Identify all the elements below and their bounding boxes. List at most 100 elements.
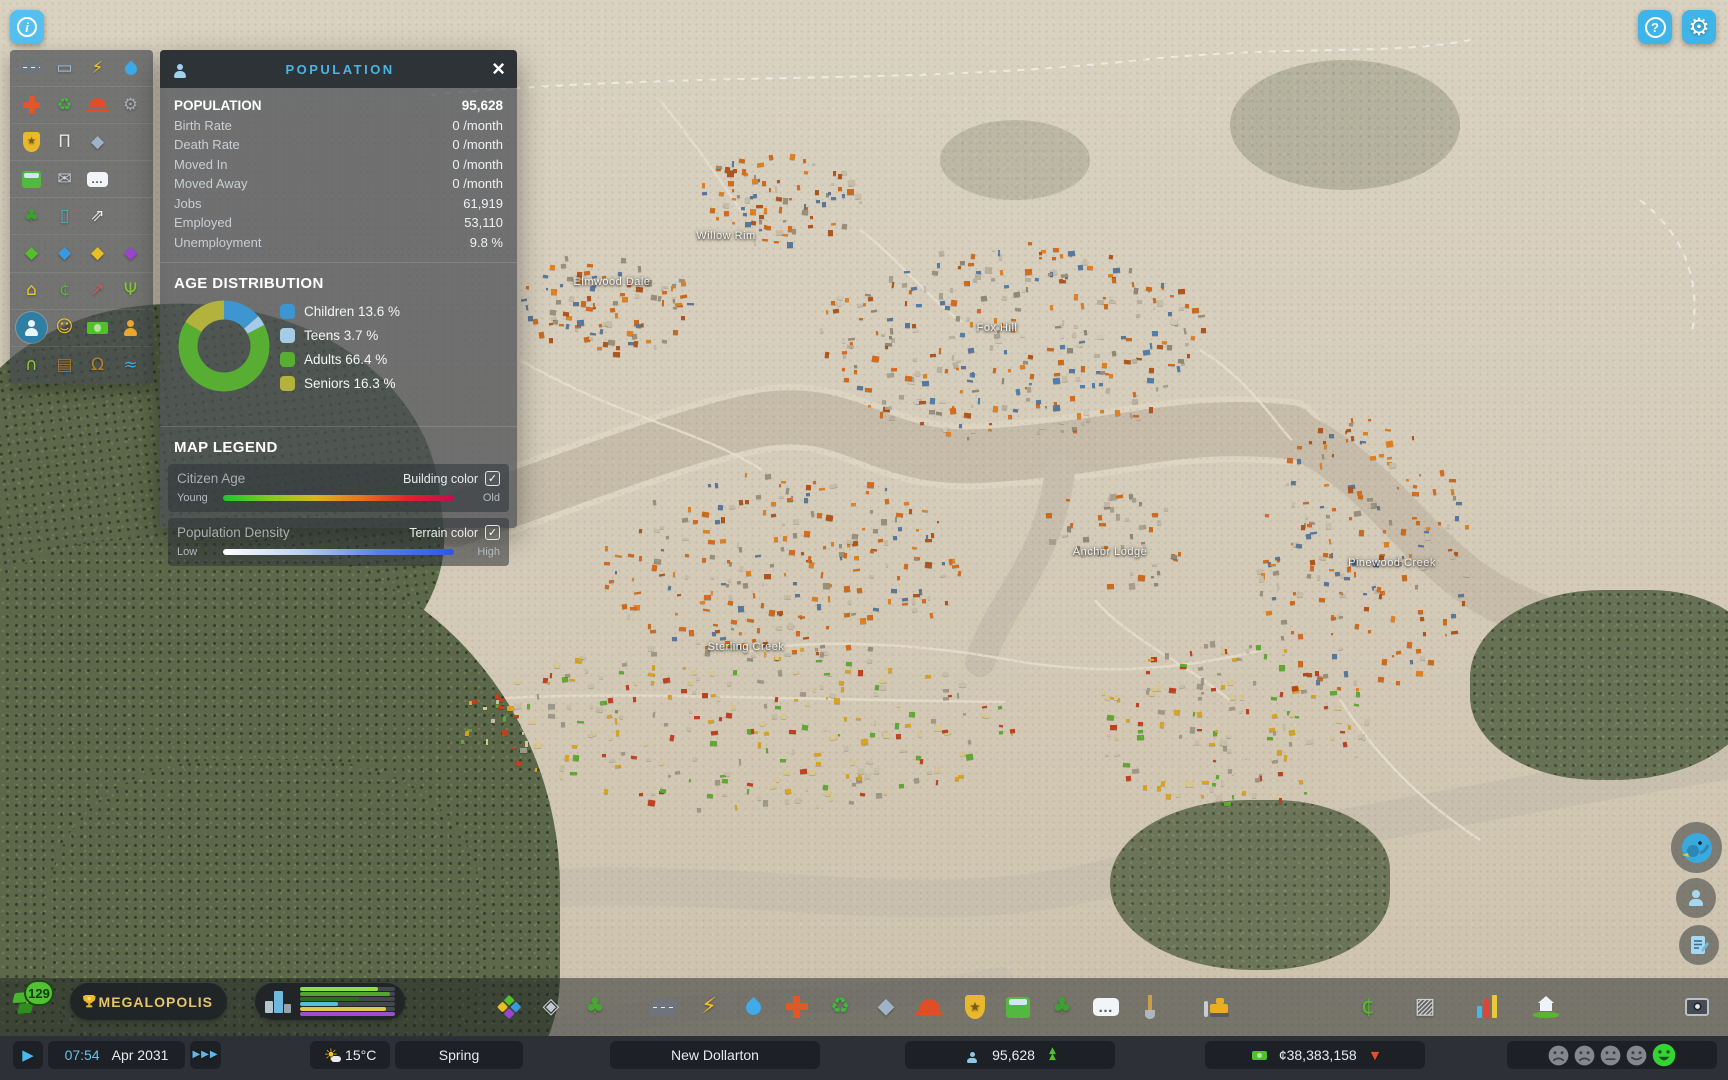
- demolish-tool-button[interactable]: [1199, 988, 1237, 1026]
- legend-checkbox[interactable]: ✓: [485, 525, 500, 540]
- help-button[interactable]: ?: [1638, 10, 1672, 44]
- infoview-population-button[interactable]: [16, 312, 47, 344]
- water-sewage-tool-button[interactable]: [734, 988, 772, 1026]
- legend-toggle-label: Terrain color: [409, 525, 478, 540]
- infoview-ground-pollution-button[interactable]: ▤: [49, 350, 80, 381]
- parks-recreation-icon: ♣: [1052, 994, 1072, 1019]
- infoviews-panel: ▭ ⚡ ♻ ⚙ ★ Π ◆ ✉… ♣ ▯ ⇗ ◆ ◆ ◆ ◆ ⌂ ¢ ↗ Ψ ☺ ∩ ▤ Ω ≈: [10, 50, 153, 384]
- journal-button[interactable]: [1679, 925, 1719, 965]
- infoview-police-button[interactable]: ★: [16, 127, 47, 158]
- age-legend: Children 13.6 % Teens 3.7 % Adults 66.4 % S…: [280, 302, 400, 398]
- money-trend-down-icon: ▼: [1370, 1048, 1380, 1062]
- infoview-water-sewage-button[interactable]: [115, 53, 146, 84]
- person-icon: [1684, 886, 1708, 910]
- education-tool-button[interactable]: ◆: [867, 988, 905, 1026]
- milestone-button[interactable]: MEGALOPOLIS: [70, 983, 227, 1020]
- legend-gradient-row: Young Old: [177, 492, 500, 504]
- progress-bar: [300, 992, 395, 996]
- settings-button[interactable]: ⚙: [1682, 10, 1716, 44]
- ground-pollution-icon: ▤: [56, 354, 73, 375]
- transport-depot-icon: ▭: [56, 57, 73, 78]
- city-progress-button[interactable]: [255, 983, 405, 1020]
- infoview-zones-residential-button[interactable]: ◆: [16, 238, 47, 269]
- garbage-tool-button[interactable]: ♻: [821, 988, 859, 1026]
- infoview-statistics-trend-button[interactable]: ↗: [82, 275, 113, 306]
- mail-icon: ✉: [57, 168, 72, 189]
- infoview-workplaces-button[interactable]: [115, 312, 146, 343]
- vegetation-tool-button[interactable]: ♣: [576, 988, 614, 1026]
- police-tool-button[interactable]: ★: [956, 988, 994, 1026]
- terraforming-tool-button[interactable]: ◈: [532, 988, 570, 1026]
- play-button[interactable]: ▶: [13, 1041, 43, 1069]
- statistics-tool-button[interactable]: [1468, 988, 1506, 1026]
- infoview-growth-button[interactable]: Ψ: [115, 275, 146, 306]
- infoview-healthcare-button[interactable]: [16, 90, 47, 121]
- infoview-garbage-button[interactable]: ♻: [49, 90, 80, 121]
- progress-fill: [300, 986, 378, 991]
- infoview-zones-commercial-button[interactable]: ◆: [49, 238, 80, 269]
- infoview-zones-office-button[interactable]: ◆: [115, 238, 146, 269]
- infoview-water-pollution-button[interactable]: ≈: [115, 350, 146, 381]
- infoview-maintenance-button[interactable]: ⚙: [115, 90, 146, 121]
- legend-toggle-label: Building color: [402, 471, 478, 486]
- city-information-tool-button[interactable]: ▨: [1406, 988, 1444, 1026]
- stat-value: 9.8 %: [469, 234, 503, 250]
- stat-label: Unemployment: [174, 234, 262, 250]
- infoview-routes-button[interactable]: ⇗: [82, 201, 113, 232]
- electricity-icon: ⚡: [701, 994, 717, 1019]
- population-display[interactable]: 95,628 ▲ ▲: [905, 1041, 1115, 1069]
- infoview-noise-pollution-button[interactable]: Ω: [82, 350, 113, 381]
- infoview-land-value-button[interactable]: ¢: [49, 275, 80, 306]
- legend-gradient-row: Low High: [177, 546, 500, 558]
- zones-tool-button[interactable]: [490, 988, 528, 1026]
- fire-rescue-tool-button[interactable]: [910, 988, 948, 1026]
- infoview-education-button[interactable]: ◆: [82, 127, 113, 158]
- lifepath-button[interactable]: [1676, 878, 1716, 918]
- people-icon: [170, 61, 190, 81]
- bill-icon: [1251, 1047, 1269, 1065]
- infoview-zones-industrial-button[interactable]: ◆: [82, 238, 113, 269]
- infoview-roads-button[interactable]: [16, 53, 47, 84]
- progression-tool-button[interactable]: [1527, 988, 1565, 1026]
- money-display[interactable]: ¢38,383,158 ▼: [1205, 1041, 1425, 1069]
- infoview-fire-rescue-button[interactable]: [82, 90, 113, 121]
- photo-mode-tool-button[interactable]: [1678, 988, 1716, 1026]
- stat-label: POPULATION: [174, 98, 262, 113]
- transportation-tool-button[interactable]: [999, 988, 1037, 1026]
- infoview-mail-button[interactable]: ✉: [49, 164, 80, 195]
- infoview-tourism-button[interactable]: ▯: [49, 201, 80, 232]
- time-date-display: 07:54 Apr 2031: [48, 1041, 185, 1069]
- infoview-electricity-button[interactable]: ⚡: [82, 53, 113, 84]
- xp-level-badge[interactable]: 129: [12, 980, 58, 1024]
- economy-tool-button[interactable]: ¢: [1349, 988, 1387, 1026]
- infoview-happiness-button[interactable]: ☺: [49, 312, 80, 343]
- happiness-display[interactable]: [1507, 1041, 1717, 1069]
- communications-tool-button[interactable]: …: [1087, 988, 1125, 1026]
- weather-display[interactable]: ☀ 15°C: [310, 1041, 390, 1069]
- infoview-parks-button[interactable]: ♣: [16, 201, 47, 232]
- transit-icon: [20, 167, 44, 191]
- chirper-button[interactable]: [1671, 822, 1722, 873]
- parks-recreation-tool-button[interactable]: ♣: [1043, 988, 1081, 1026]
- close-icon[interactable]: ×: [490, 58, 507, 80]
- infoview-money-button[interactable]: [82, 312, 113, 343]
- forest-area: [940, 120, 1090, 200]
- infoview-administration-button[interactable]: Π: [49, 127, 80, 158]
- city-name-display[interactable]: New Dollarton: [610, 1041, 820, 1069]
- progress-bar: [300, 1007, 395, 1011]
- healthcare-tool-button[interactable]: [778, 988, 816, 1026]
- legend-checkbox[interactable]: ✓: [485, 471, 500, 486]
- electricity-tool-button[interactable]: ⚡: [690, 988, 728, 1026]
- infoview-transport-depot-button[interactable]: ▭: [49, 53, 80, 84]
- main-toolbar: 129 MEGALOPOLIS ◈ ♣ ⚡ ♻ ◆ ★ ♣ … ¢ ▨: [0, 978, 1728, 1036]
- tourism-icon: ▯: [59, 205, 70, 226]
- roads-tool-button[interactable]: [645, 988, 683, 1026]
- speed-control[interactable]: ▶▶▶: [190, 1041, 221, 1069]
- infoview-terrain-button[interactable]: ∩: [16, 350, 47, 381]
- infoview-transit-button[interactable]: [16, 164, 47, 195]
- legend-layer-name: Population Density: [177, 525, 290, 540]
- infoview-residential-demand-button[interactable]: ⌂: [16, 275, 47, 306]
- infoview-telecom-button[interactable]: …: [82, 164, 113, 195]
- landscaping-tool-button[interactable]: [1131, 988, 1169, 1026]
- infoviews-button[interactable]: i: [10, 10, 44, 44]
